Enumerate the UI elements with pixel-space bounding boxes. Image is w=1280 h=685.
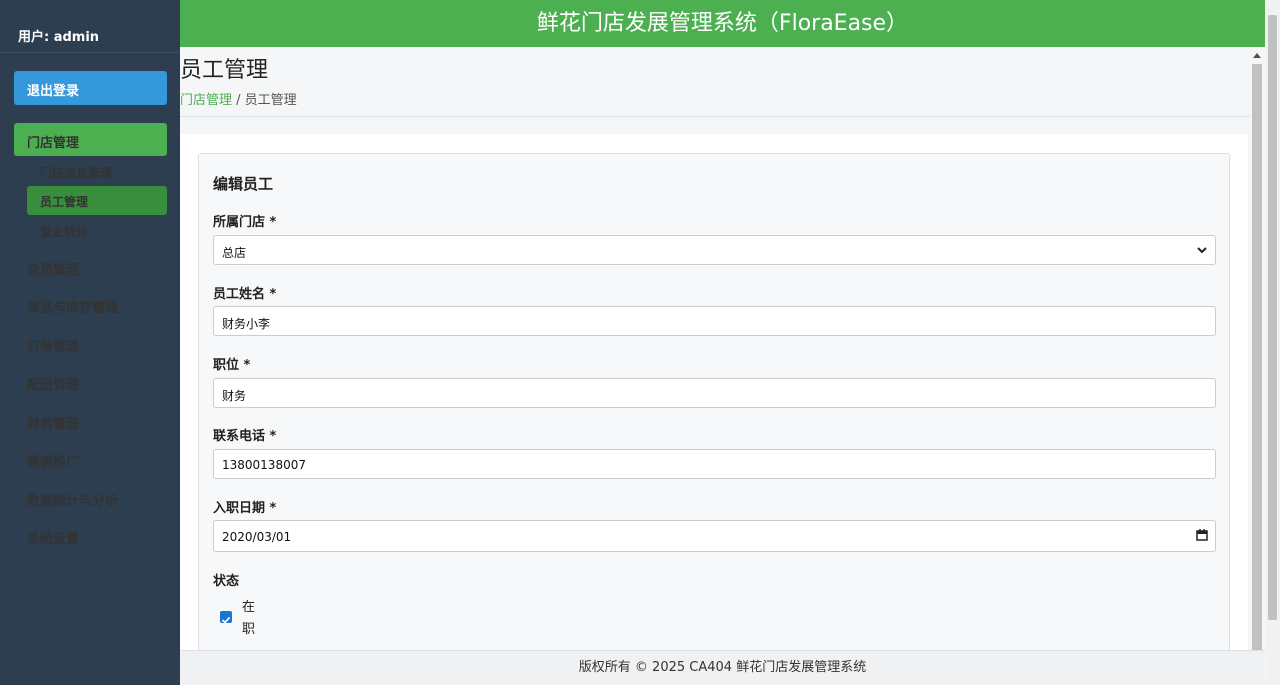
current-user-label: 用户: admin	[0, 0, 180, 53]
checkmark-icon	[221, 616, 231, 624]
store-label: 所属门店 *	[213, 215, 277, 230]
edit-staff-form: 编辑员工 所属门店 * 总店 员工姓名 * 财务小李 职位 * 财务 联系电话 …	[198, 153, 1230, 650]
main-content: 员工管理 门店管理 / 员工管理 编辑员工 所属门店 * 总店 员工姓名 * 财…	[180, 47, 1250, 650]
position-label: 职位 *	[213, 358, 251, 373]
sidebar-item-products-inventory[interactable]: 商品与库存管理	[27, 297, 118, 316]
sidebar-item-delivery[interactable]: 配送管理	[27, 374, 79, 393]
calendar-icon[interactable]	[1195, 528, 1209, 542]
status-option-label: 在职	[242, 600, 256, 637]
status-label: 状态	[213, 574, 240, 589]
sidebar-subitem-staff[interactable]: 员工管理	[27, 186, 167, 215]
breadcrumb-separator: /	[232, 93, 245, 108]
sidebar-subitem-store-info[interactable]: 门店信息管理	[27, 157, 167, 186]
scroll-up-arrow-icon[interactable]	[1253, 53, 1261, 58]
logout-button[interactable]: 退出登录	[14, 71, 167, 105]
sidebar-item-settings[interactable]: 系统设置	[27, 528, 79, 547]
breadcrumb-link[interactable]: 门店管理	[180, 93, 232, 108]
phone-label: 联系电话 *	[213, 429, 277, 444]
page-title: 员工管理	[180, 58, 269, 83]
sidebar-item-store-management[interactable]: 门店管理	[14, 123, 167, 156]
form-title: 编辑员工	[213, 175, 274, 193]
sidebar-item-orders[interactable]: 订单管理	[27, 336, 79, 355]
chevron-down-icon	[1197, 247, 1207, 254]
breadcrumb: 门店管理 / 员工管理	[180, 89, 297, 108]
sidebar-item-finance[interactable]: 财务管理	[27, 413, 79, 432]
sidebar-item-marketing[interactable]: 营销推广	[27, 451, 79, 470]
breadcrumb-current: 员工管理	[244, 93, 297, 108]
page-scrollbar-thumb[interactable]	[1268, 15, 1277, 620]
name-label: 员工姓名 *	[213, 287, 277, 302]
hire-date-input[interactable]: 2020/03/01	[213, 520, 1216, 552]
app-header-title: 鲜花门店发展管理系统（FloraEase）	[180, 0, 1265, 47]
hire-date-label: 入职日期 *	[213, 501, 277, 516]
footer-copyright: 版权所有 © 2025 CA404 鲜花门店发展管理系统	[180, 650, 1265, 685]
sidebar-item-analytics[interactable]: 数据统计与分析	[27, 490, 118, 509]
store-select-value: 总店	[222, 246, 247, 260]
status-checkbox[interactable]	[220, 611, 232, 624]
position-input[interactable]: 财务	[213, 378, 1216, 408]
name-input[interactable]: 财务小李	[213, 306, 1216, 336]
store-select[interactable]: 总店	[213, 235, 1216, 265]
hire-date-value: 2020/03/01	[222, 530, 292, 544]
sidebar-subitem-sales-stats[interactable]: 营业统计	[27, 216, 167, 245]
phone-input[interactable]: 13800138007	[213, 449, 1216, 479]
page-header: 员工管理 门店管理 / 员工管理	[180, 47, 1250, 117]
content-scrollbar-thumb[interactable]	[1252, 64, 1262, 650]
sidebar-item-members[interactable]: 会员管理	[27, 259, 79, 278]
